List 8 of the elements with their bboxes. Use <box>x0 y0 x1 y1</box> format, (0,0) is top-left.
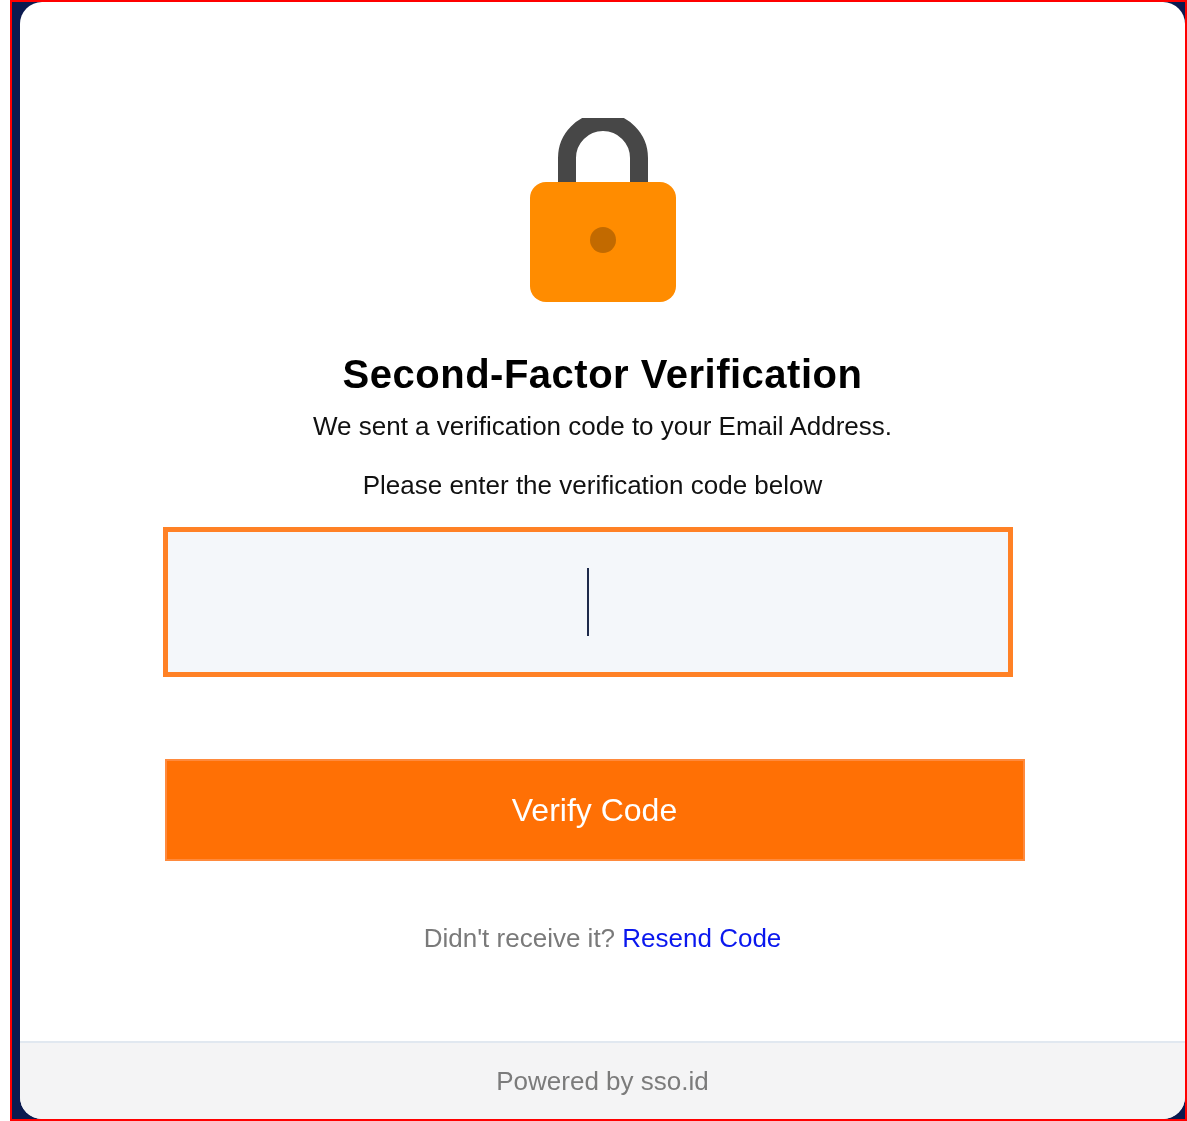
instruction-text: Please enter the verification code below <box>362 470 823 501</box>
footer-text: Powered by sso.id <box>496 1065 709 1097</box>
dialog-title: Second-Factor Verification <box>342 352 863 397</box>
resend-text: Didn't receive it? Resend Code <box>423 923 782 954</box>
padlock-icon <box>529 118 676 302</box>
code-input-field[interactable] <box>162 527 1013 677</box>
subtitle-text: We sent a verification code to your Email Address. <box>313 411 892 442</box>
resend-code-link[interactable]: Resend Code <box>622 923 782 953</box>
